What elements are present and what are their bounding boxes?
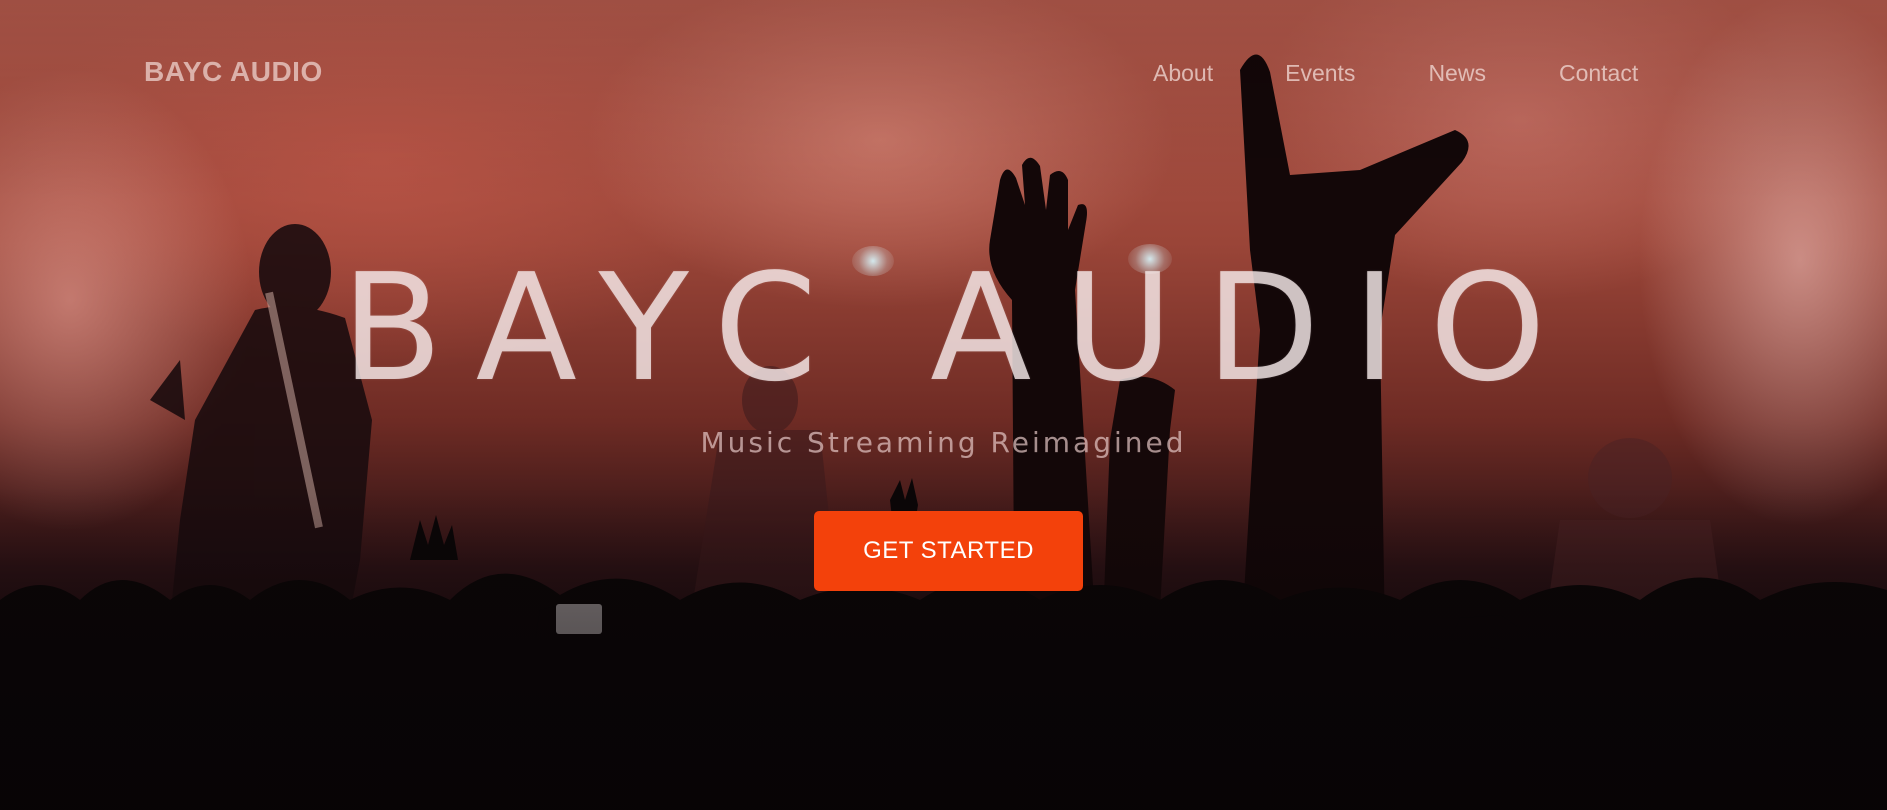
hero-section: BAYC AUDIO About Events News Contact BAY… bbox=[0, 0, 1887, 810]
get-started-button[interactable]: GET STARTED bbox=[814, 511, 1083, 591]
main-nav: About Events News Contact bbox=[1153, 60, 1638, 87]
nav-link-events[interactable]: Events bbox=[1285, 60, 1355, 87]
hero-title: BAYC AUDIO bbox=[341, 242, 1579, 414]
nav-link-news[interactable]: News bbox=[1428, 60, 1486, 87]
top-navigation-bar: BAYC AUDIO About Events News Contact bbox=[0, 0, 1887, 150]
nav-link-about[interactable]: About bbox=[1153, 60, 1213, 87]
brand-logo[interactable]: BAYC AUDIO bbox=[144, 56, 323, 88]
nav-link-contact[interactable]: Contact bbox=[1559, 60, 1638, 87]
hero-tagline: Music Streaming Reimagined bbox=[700, 426, 1187, 459]
phone-screen bbox=[556, 604, 602, 634]
